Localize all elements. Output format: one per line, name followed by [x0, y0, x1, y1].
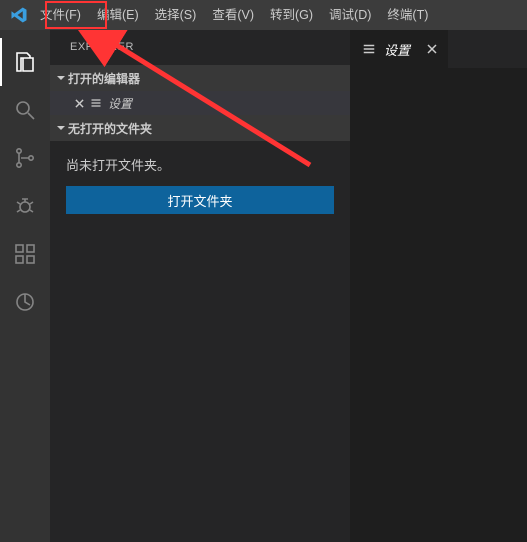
section-no-folder[interactable]: 无打开的文件夹 [50, 115, 350, 141]
menu-file[interactable]: 文件(F) [32, 0, 89, 30]
open-folder-button[interactable]: 打开文件夹 [66, 186, 334, 214]
activity-source-control[interactable] [0, 134, 50, 182]
close-icon[interactable] [426, 43, 438, 55]
sidebar-title: EXPLORER [50, 30, 350, 65]
menu-debug[interactable]: 调试(D) [321, 0, 379, 30]
menu-go[interactable]: 转到(G) [262, 0, 321, 30]
close-icon[interactable] [72, 99, 86, 108]
activity-search[interactable] [0, 86, 50, 134]
section-open-editors[interactable]: 打开的编辑器 [50, 65, 350, 91]
chevron-down-icon [54, 73, 68, 83]
no-folder-message: 尚未打开文件夹。 [66, 155, 334, 174]
editor-area: 设置 [350, 30, 527, 542]
menu-selection[interactable]: 选择(S) [147, 0, 205, 30]
menu-edit[interactable]: 编辑(E) [89, 0, 147, 30]
editor-tab-label: 设置 [384, 40, 410, 59]
open-editor-item-settings[interactable]: 设置 [50, 91, 350, 115]
editor-tab-settings[interactable]: 设置 [350, 30, 448, 68]
activity-explorer[interactable] [0, 38, 50, 86]
open-editor-item-label: 设置 [108, 95, 132, 112]
activity-extensions[interactable] [0, 230, 50, 278]
section-open-editors-label: 打开的编辑器 [68, 70, 140, 87]
activity-misc[interactable] [0, 278, 50, 326]
sidebar: EXPLORER 打开的编辑器 设置 [50, 30, 350, 542]
chevron-down-icon [54, 123, 68, 133]
section-no-folder-label: 无打开的文件夹 [68, 120, 152, 137]
menubar: 文件(F) 编辑(E) 选择(S) 查看(V) 转到(G) 调试(D) 终端(T… [0, 0, 527, 30]
menu-terminal[interactable]: 终端(T) [379, 0, 436, 30]
vscode-icon [6, 6, 32, 24]
activity-debug[interactable] [0, 182, 50, 230]
activity-bar [0, 30, 50, 542]
settings-icon [90, 97, 102, 109]
settings-icon [362, 42, 376, 56]
menu-view[interactable]: 查看(V) [204, 0, 262, 30]
editor-tabbar: 设置 [350, 30, 527, 68]
